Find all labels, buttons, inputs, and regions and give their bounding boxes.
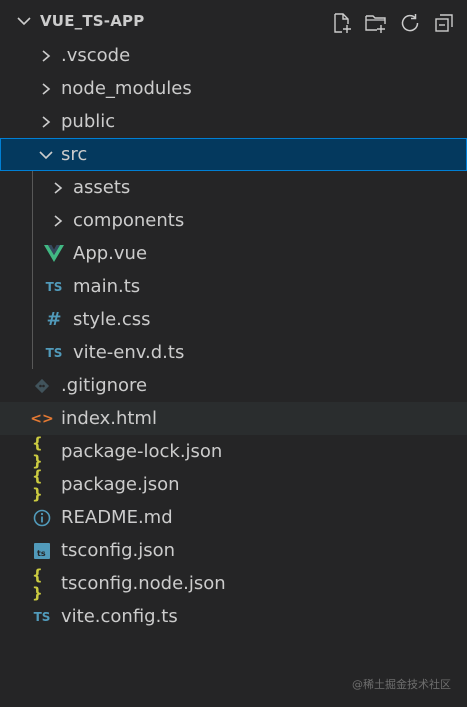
collapse-all-icon[interactable] (431, 10, 457, 36)
tree-file-readme-md[interactable]: README.md (0, 501, 467, 534)
tree-file-style-css[interactable]: # style.css (0, 303, 467, 336)
html-icon: <> (30, 410, 54, 427)
chevron-right-icon (50, 213, 66, 229)
tree-file-package-lock-json[interactable]: { } package-lock.json (0, 433, 467, 470)
tree-item-label: index.html (61, 408, 157, 429)
tree-item-label: tsconfig.json (61, 540, 176, 561)
tree-folder-components[interactable]: components (0, 204, 467, 237)
chevron-right-icon (38, 48, 54, 64)
tree-file-main-ts[interactable]: TS main.ts (0, 270, 467, 303)
tree-item-label: src (61, 144, 88, 165)
info-icon (32, 508, 52, 528)
tree-file-index-html[interactable]: <> index.html (0, 402, 467, 435)
explorer-header[interactable]: VUE_TS-APP (0, 5, 467, 38)
json-icon: { } (32, 466, 43, 503)
chevron-right-icon (50, 180, 66, 196)
tree-item-label: vite.config.ts (61, 606, 178, 627)
chevron-right-icon (38, 81, 54, 97)
watermark: @稀土掘金技术社区 (352, 678, 451, 691)
tree-file-vite-config-ts[interactable]: TS vite.config.ts (0, 600, 467, 633)
git-icon (32, 376, 52, 396)
indent-guide (32, 171, 33, 369)
tree-item-label: .gitignore (61, 375, 148, 396)
tree-item-label: tsconfig.node.json (61, 573, 226, 594)
explorer-actions (329, 10, 457, 36)
new-file-icon[interactable] (329, 10, 355, 36)
tree-item-label: vite-env.d.ts (73, 342, 185, 363)
vue-icon (44, 244, 64, 264)
css-icon: # (46, 309, 62, 330)
json-icon: { } (32, 433, 43, 470)
tree-folder-node-modules[interactable]: node_modules (0, 72, 467, 105)
tree-folder-public[interactable]: public (0, 105, 467, 138)
tree-item-label: components (73, 210, 185, 231)
file-tree: .vscode node_modulespublic src assets compon… (0, 39, 467, 633)
refresh-icon[interactable] (397, 10, 423, 36)
typescript-icon: TS (33, 609, 51, 624)
tree-file-app-vue[interactable]: App.vue (0, 237, 467, 270)
svg-text:ts: ts (37, 549, 46, 558)
chevron-down-icon[interactable] (16, 13, 32, 29)
tree-file-gitignore[interactable]: .gitignore (0, 369, 467, 402)
tree-item-label: node_modules (61, 78, 192, 99)
tree-file-tsconfig-node-json[interactable]: { } tsconfig.node.json (0, 565, 467, 602)
tree-item-label: package.json (61, 474, 180, 495)
tree-item-label: App.vue (73, 243, 148, 264)
json-icon: { } (32, 565, 43, 602)
tree-item-label: package-lock.json (61, 441, 223, 462)
tsconfig-icon: ts (32, 541, 52, 561)
tree-file-tsconfig-json[interactable]: ts tsconfig.json (0, 534, 467, 567)
workspace-title: VUE_TS-APP (40, 12, 145, 30)
chevron-right-icon (38, 114, 54, 130)
tree-item-label: main.ts (73, 276, 141, 297)
tree-item-label: assets (73, 177, 131, 198)
tree-item-label: .vscode (61, 45, 131, 66)
tree-folder-assets[interactable]: assets (0, 171, 467, 204)
typescript-icon: TS (45, 345, 63, 360)
tree-item-label: README.md (61, 507, 173, 528)
new-folder-icon[interactable] (363, 10, 389, 36)
file-explorer: VUE_TS-APP .vscode node_modulespublic src a… (0, 0, 467, 707)
tree-file-vite-env-d-ts[interactable]: TS vite-env.d.ts (0, 336, 467, 369)
tree-item-label: style.css (73, 309, 151, 330)
chevron-down-icon (38, 147, 54, 163)
tree-folder-vscode[interactable]: .vscode (0, 39, 467, 72)
typescript-icon: TS (45, 279, 63, 294)
tree-file-package-json[interactable]: { } package.json (0, 466, 467, 503)
tree-item-label: public (61, 111, 116, 132)
tree-folder-src[interactable]: src (0, 138, 467, 171)
